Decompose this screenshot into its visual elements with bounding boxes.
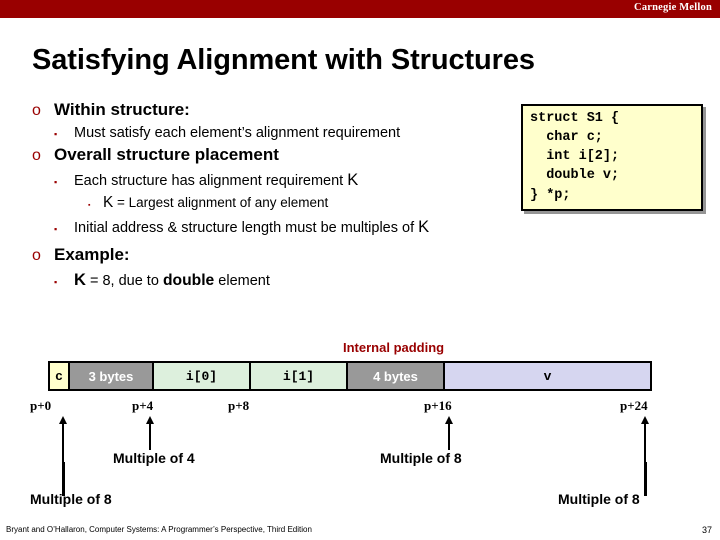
memory-cell-padding-4: 4 bytes: [348, 363, 445, 389]
page-title: Satisfying Alignment with Structures: [32, 44, 535, 76]
bullet-overall-sub-2-text: Initial address & structure length must …: [74, 217, 429, 237]
bullet-marker-small-square-icon: ▪: [88, 202, 91, 209]
bullet-within-structure: o Within structure:: [32, 100, 522, 120]
memory-cell-field-0: c: [50, 363, 70, 389]
bullet-example-sub-0: ▪ K = 8, due to double element: [32, 270, 522, 290]
bullet-overall-placement-label: Overall structure placement: [54, 145, 279, 164]
bullet-example-sub-0-text: K = 8, due to double element: [74, 270, 270, 290]
carnegie-mellon-banner: Carnegie Mellon: [0, 0, 720, 18]
bullet-marker-square-icon: ▪: [54, 277, 58, 287]
memory-cell-padding-1: 3 bytes: [70, 363, 154, 389]
struct-code-box: struct S1 { char c; int i[2]; double v; …: [521, 104, 703, 211]
bullet-overall-sub-1-text: K = Largest alignment of any element: [103, 194, 328, 212]
text-fragment: Initial address & structure length must …: [74, 220, 419, 236]
address-arrow-p16: [444, 416, 454, 450]
memory-cell-field-2: i[0]: [154, 363, 251, 389]
internal-padding-annotation: Internal padding: [343, 340, 445, 355]
arrow-shaft: [447, 422, 450, 450]
address-label-p8: p+8: [228, 398, 250, 413]
k-variable: K: [74, 270, 86, 289]
bullet-overall-sub-0: ▪ Each structure has alignment requireme…: [32, 170, 522, 190]
bullet-marker-square-icon: ▪: [54, 177, 58, 187]
memory-cell-field-5: v: [445, 363, 650, 389]
memory-cell-field-3: i[1]: [251, 363, 348, 389]
bullet-marker-square-icon: ▪: [54, 224, 58, 234]
bullet-marker-circle-icon: o: [32, 247, 41, 264]
bullet-marker-circle-icon: o: [32, 147, 41, 164]
address-label-p4: p+4: [132, 398, 154, 413]
callout-3-multiple-of-8: Multiple of 8: [558, 491, 640, 507]
bullet-overall-placement: o Overall structure placement: [32, 145, 522, 165]
callout-1-multiple-of-8: Multiple of 8: [380, 450, 462, 466]
bullet-marker-circle-icon: o: [32, 102, 41, 119]
bullet-within-structure-sub-0: ▪ Must satisfy each element’s alignment …: [32, 125, 522, 141]
bullet-example: o Example:: [32, 245, 522, 265]
bullet-within-structure-sub-0-text: Must satisfy each element’s alignment re…: [74, 125, 401, 141]
text-fragment: = 8, due to: [85, 273, 163, 289]
bullet-content: o Within structure: ▪ Must satisfy each …: [32, 96, 522, 290]
address-arrow-p4: [145, 416, 155, 450]
callout-2-multiple-of-8: Multiple of 8: [30, 491, 112, 507]
address-label-p0: p+0: [30, 398, 52, 413]
footer-page-number: 37: [701, 525, 712, 535]
k-variable: K: [347, 170, 359, 189]
memory-layout-diagram: c3 bytes i[0] i[1] 4 bytes v: [48, 361, 652, 391]
callout-0-multiple-of-4: Multiple of 4: [113, 450, 195, 466]
carnegie-mellon-wordmark: Carnegie Mellon: [634, 2, 712, 13]
keyword-double: double: [162, 272, 215, 289]
address-label-p16: p+16: [424, 398, 452, 413]
bullet-overall-sub-1: ▪ K = Largest alignment of any element: [32, 194, 522, 212]
text-fragment: = Largest alignment of any element: [113, 195, 329, 210]
bullet-marker-square-icon: ▪: [54, 129, 58, 139]
text-fragment: Each structure has alignment requirement: [74, 173, 348, 189]
bullet-overall-sub-0-text: Each structure has alignment requirement…: [74, 170, 358, 190]
bullet-example-label: Example:: [54, 245, 130, 264]
footer-citation: Bryant and O’Hallaron, Computer Systems:…: [6, 525, 312, 534]
bullet-overall-sub-2: ▪ Initial address & structure length mus…: [32, 217, 522, 237]
k-variable: K: [103, 194, 114, 211]
bullet-within-structure-label: Within structure:: [54, 100, 190, 119]
address-label-p24: p+24: [620, 398, 648, 413]
text-fragment: element: [214, 273, 270, 289]
k-variable: K: [418, 217, 430, 236]
arrow-shaft: [148, 422, 151, 450]
diagram-guide-tick-1: [644, 462, 647, 496]
